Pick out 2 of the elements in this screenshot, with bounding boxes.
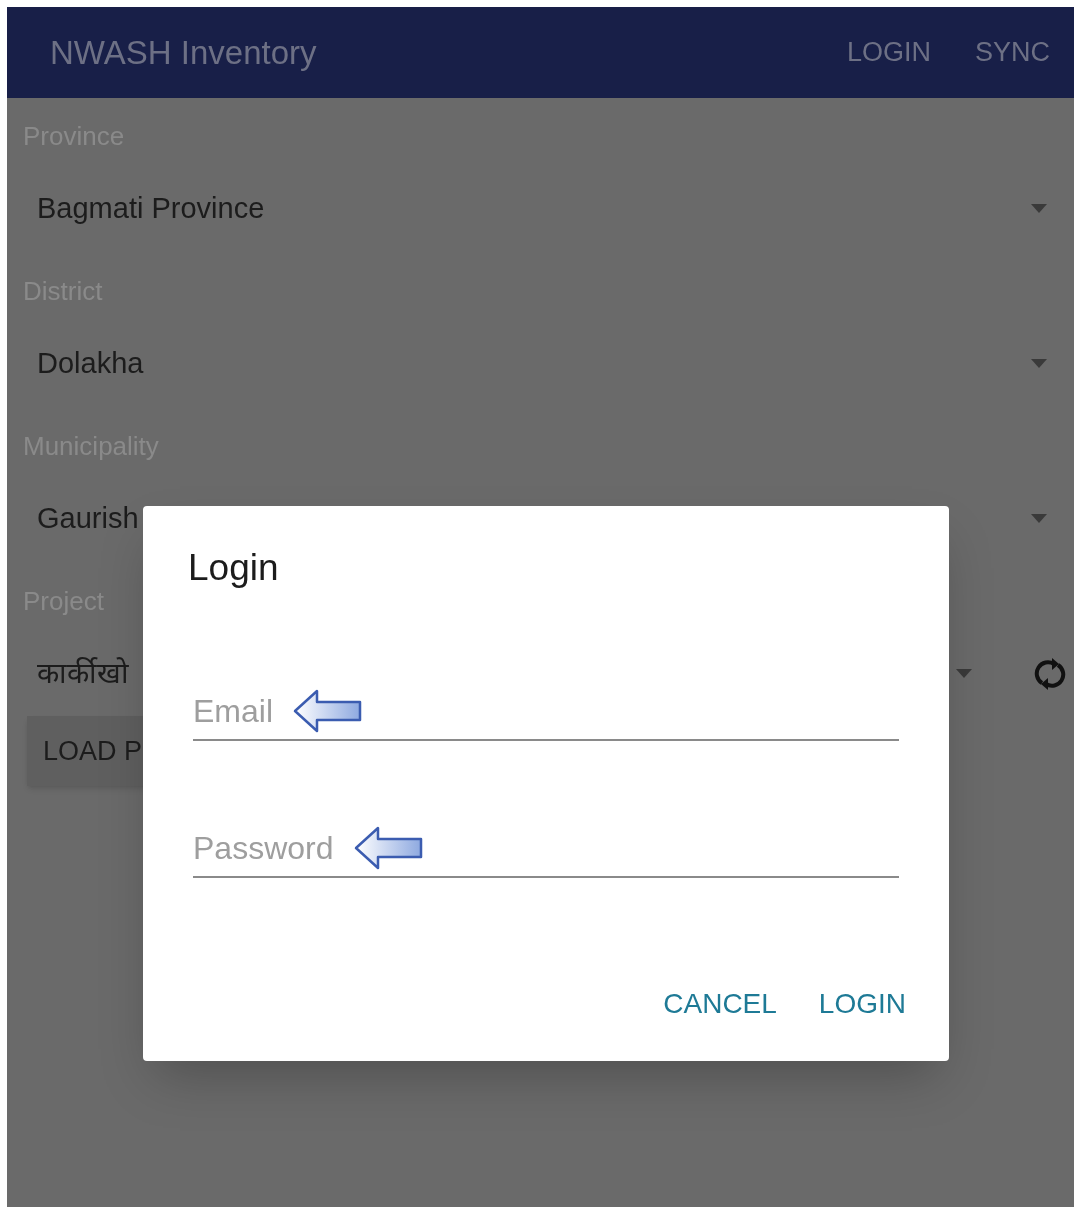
- app-title: NWASH Inventory: [50, 32, 318, 73]
- dialog-title: Login: [188, 546, 280, 590]
